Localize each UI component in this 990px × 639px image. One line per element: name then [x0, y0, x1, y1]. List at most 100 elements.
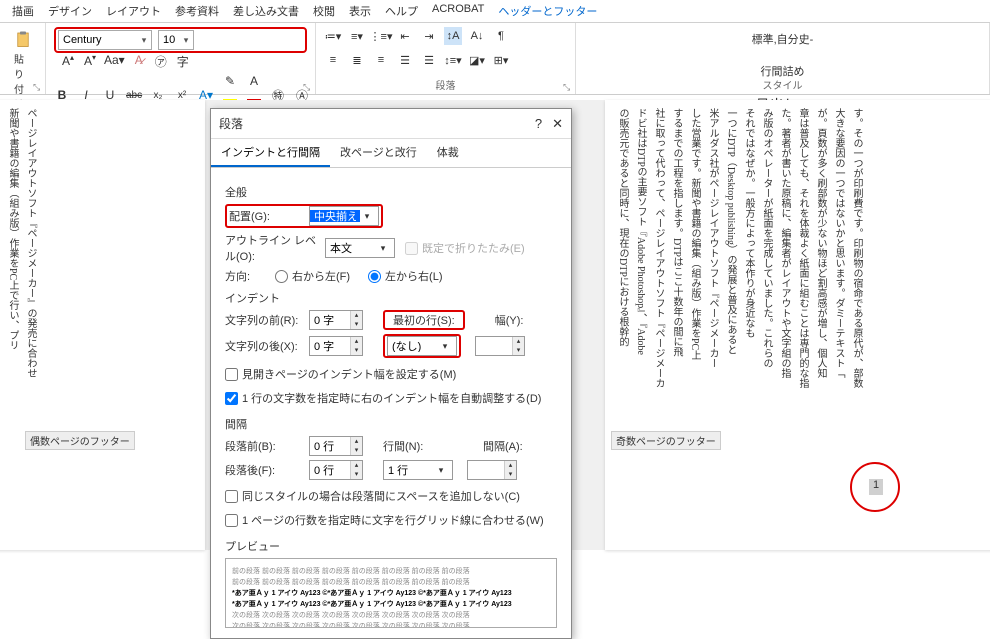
style-normal[interactable]: 標準,自分史- [752, 31, 814, 47]
space-before-label: 段落前(B): [225, 438, 309, 454]
justify-button[interactable]: ☰ [396, 51, 414, 69]
dialog-launcher-icon[interactable]: ⤡ [303, 82, 313, 92]
align-label: 配置(G): [229, 208, 309, 224]
decrease-indent-button[interactable]: ⇤ [396, 27, 414, 45]
chevron-down-icon: ▾ [434, 465, 448, 476]
subscript-button[interactable]: x₂ [150, 90, 166, 101]
firstline-label: 最初の行(S): [387, 315, 461, 327]
font-name-input[interactable] [59, 31, 137, 49]
clipboard-group: 貼り付け ⤡ [0, 23, 46, 94]
menu-review[interactable]: 校閲 [313, 3, 335, 19]
menu-bar: 描画 デザイン レイアウト 参考資料 差し込み文書 校閲 表示 ヘルプ ACRO… [0, 0, 990, 23]
multilevel-button[interactable]: ⋮≡▾ [372, 27, 390, 45]
direction-label: 方向: [225, 268, 275, 284]
font-name-combo[interactable]: ▾ [58, 30, 152, 50]
menu-help[interactable]: ヘルプ [385, 3, 418, 19]
chevron-down-icon: ▾ [438, 341, 452, 352]
preview-box: 前の段落 前の段落 前の段落 前の段落 前の段落 前の段落 前の段落 前の段落 … [225, 558, 557, 628]
menu-design[interactable]: デザイン [48, 3, 92, 19]
menu-view[interactable]: 表示 [349, 3, 371, 19]
section-spacing: 間隔 [225, 416, 557, 432]
paragraph-group: ≔▾ ≡▾ ⋮≡▾ ⇤ ⇥ ↕A A↓ ¶ ≡ ≣ ≡ ☰ ☰ ↕≡▾ ◪▾ ⊞… [316, 23, 576, 94]
sort-button[interactable]: A↓ [468, 27, 486, 45]
menu-draw[interactable]: 描画 [12, 3, 34, 19]
page-odd: す。その一つが印刷費です。印刷物の宿命である原代が、部数 大きな要因の一つではな… [605, 100, 990, 550]
auto-adjust-check[interactable]: 1 行の文字数を指定時に右のインデント幅を自動調整する(D) [225, 390, 541, 406]
grow-font-button[interactable]: A▴ [60, 53, 76, 70]
outline-select[interactable]: ▾ [325, 238, 395, 258]
paragraph-group-label: 段落 [324, 75, 567, 92]
font-size-combo[interactable]: ▾ [158, 30, 194, 50]
tab-typography[interactable]: 体裁 [427, 139, 469, 167]
even-footer-label: 偶数ページのフッター [25, 431, 135, 450]
help-button[interactable]: ? [535, 116, 542, 132]
distribute-button[interactable]: ☰ [420, 51, 438, 69]
menu-header-footer[interactable]: ヘッダーとフッター [498, 3, 597, 19]
preview-label: プレビュー [225, 538, 557, 554]
dialog-body: 全般 配置(G): ▾ アウトライン レベル(O): ▾ 既定で折りたたみ(E)… [211, 168, 571, 638]
page-even: ページレイアウトソフト『ページメーカー』の発売に合わせ 新聞や書籍の編集（組み版… [0, 100, 205, 550]
mirror-indent-check[interactable]: 見開きページのインデント幅を設定する(M) [225, 366, 456, 382]
before-text-label: 文字列の前(R): [225, 312, 309, 328]
space-after-spin[interactable]: ▴▾ [309, 460, 363, 480]
no-space-same-check[interactable]: 同じスタイルの場合は段落間にスペースを追加しない(C) [225, 488, 520, 504]
space-width-spin[interactable]: ▴▾ [467, 460, 517, 480]
tab-line-breaks[interactable]: 改ページと改行 [330, 139, 427, 167]
dialog-launcher-icon[interactable]: ⤡ [33, 82, 43, 92]
borders-button[interactable]: ⊞▾ [492, 51, 510, 69]
after-text-label: 文字列の後(X): [225, 338, 309, 354]
document-text-right[interactable]: す。その一つが印刷費です。印刷物の宿命である原代が、部数 大きな要因の一つではな… [605, 100, 873, 440]
strike-button[interactable]: abc [126, 90, 142, 101]
menu-layout[interactable]: レイアウト [106, 3, 161, 19]
shrink-font-button[interactable]: A▾ [82, 53, 98, 70]
enclose-button[interactable]: 字 [175, 53, 191, 70]
align-center-button[interactable]: ≣ [348, 51, 366, 69]
dialog-launcher-icon[interactable]: ⤡ [563, 82, 573, 92]
collapse-default-check[interactable]: 既定で折りたたみ(E) [405, 240, 525, 256]
firstline-select[interactable]: ▾ [387, 336, 457, 356]
increase-indent-button[interactable]: ⇥ [420, 27, 438, 45]
menu-acrobat[interactable]: ACROBAT [432, 3, 484, 19]
superscript-button[interactable]: x² [174, 90, 190, 101]
change-case-button[interactable]: Aa▾ [104, 53, 125, 70]
grid-align-check[interactable]: 1 ページの行数を指定時に文字を行グリッド線に合わせる(W) [225, 512, 544, 528]
align-left-button[interactable]: ≡ [324, 51, 342, 69]
line-spacing-button[interactable]: ↕≡▾ [444, 51, 462, 69]
font-size-input[interactable] [159, 31, 179, 49]
shading-button[interactable]: ◪▾ [468, 51, 486, 69]
section-indent: インデント [225, 290, 557, 306]
text-direction-button[interactable]: ↕A [444, 27, 462, 45]
phonetic-button[interactable]: ㋐ [153, 53, 169, 70]
width-spin[interactable]: ▴▾ [475, 336, 525, 356]
after-text-spin[interactable]: ▴▾ [309, 336, 363, 356]
document-text-left[interactable]: ページレイアウトソフト『ページメーカー』の発売に合わせ 新聞や書籍の編集（組み版… [0, 100, 47, 440]
align-right-button[interactable]: ≡ [372, 51, 390, 69]
ribbon: 貼り付け ⤡ ▾ ▾ A▴ A▾ Aa▾ A̷ ㋐ 字 [0, 23, 990, 95]
paragraph-dialog: 段落 ? ✕ インデントと行間隔 改ページと改行 体裁 全般 配置(G): ▾ … [210, 108, 572, 639]
dialog-titlebar[interactable]: 段落 ? ✕ [211, 109, 571, 139]
line-space-select[interactable]: ▾ [383, 460, 453, 480]
line-space-label: 行間(N): [383, 438, 443, 454]
ltr-radio[interactable]: 左から右(L) [368, 268, 442, 284]
menu-references[interactable]: 参考資料 [175, 3, 219, 19]
chevron-down-icon: ▾ [376, 243, 390, 254]
space-before-spin[interactable]: ▴▾ [309, 436, 363, 456]
styles-group: 標準,自分史- 行間詰め 見出し 1 見出し 2 見出し 3 スタイル [576, 23, 990, 94]
close-button[interactable]: ✕ [552, 116, 563, 132]
font-group: ▾ ▾ A▴ A▾ Aa▾ A̷ ㋐ 字 B I U abc x₂ x² A▾ … [46, 23, 316, 94]
section-general: 全般 [225, 184, 557, 200]
page-number-field[interactable]: 1 [869, 479, 883, 495]
width-label: 幅(Y): [495, 312, 524, 328]
tab-indent-spacing[interactable]: インデントと行間隔 [211, 139, 330, 167]
outline-label: アウトライン レベル(O): [225, 232, 325, 264]
menu-mailings[interactable]: 差し込み文書 [233, 3, 299, 19]
clear-format-button[interactable]: A̷ [131, 53, 147, 70]
rtl-radio[interactable]: 右から左(F) [275, 268, 350, 284]
bullets-button[interactable]: ≔▾ [324, 27, 342, 45]
odd-footer-label: 奇数ページのフッター [611, 431, 721, 450]
alignment-select[interactable]: ▾ [309, 206, 379, 226]
chevron-down-icon: ▾ [137, 35, 151, 46]
before-text-spin[interactable]: ▴▾ [309, 310, 363, 330]
show-marks-button[interactable]: ¶ [492, 27, 510, 45]
numbering-button[interactable]: ≡▾ [348, 27, 366, 45]
